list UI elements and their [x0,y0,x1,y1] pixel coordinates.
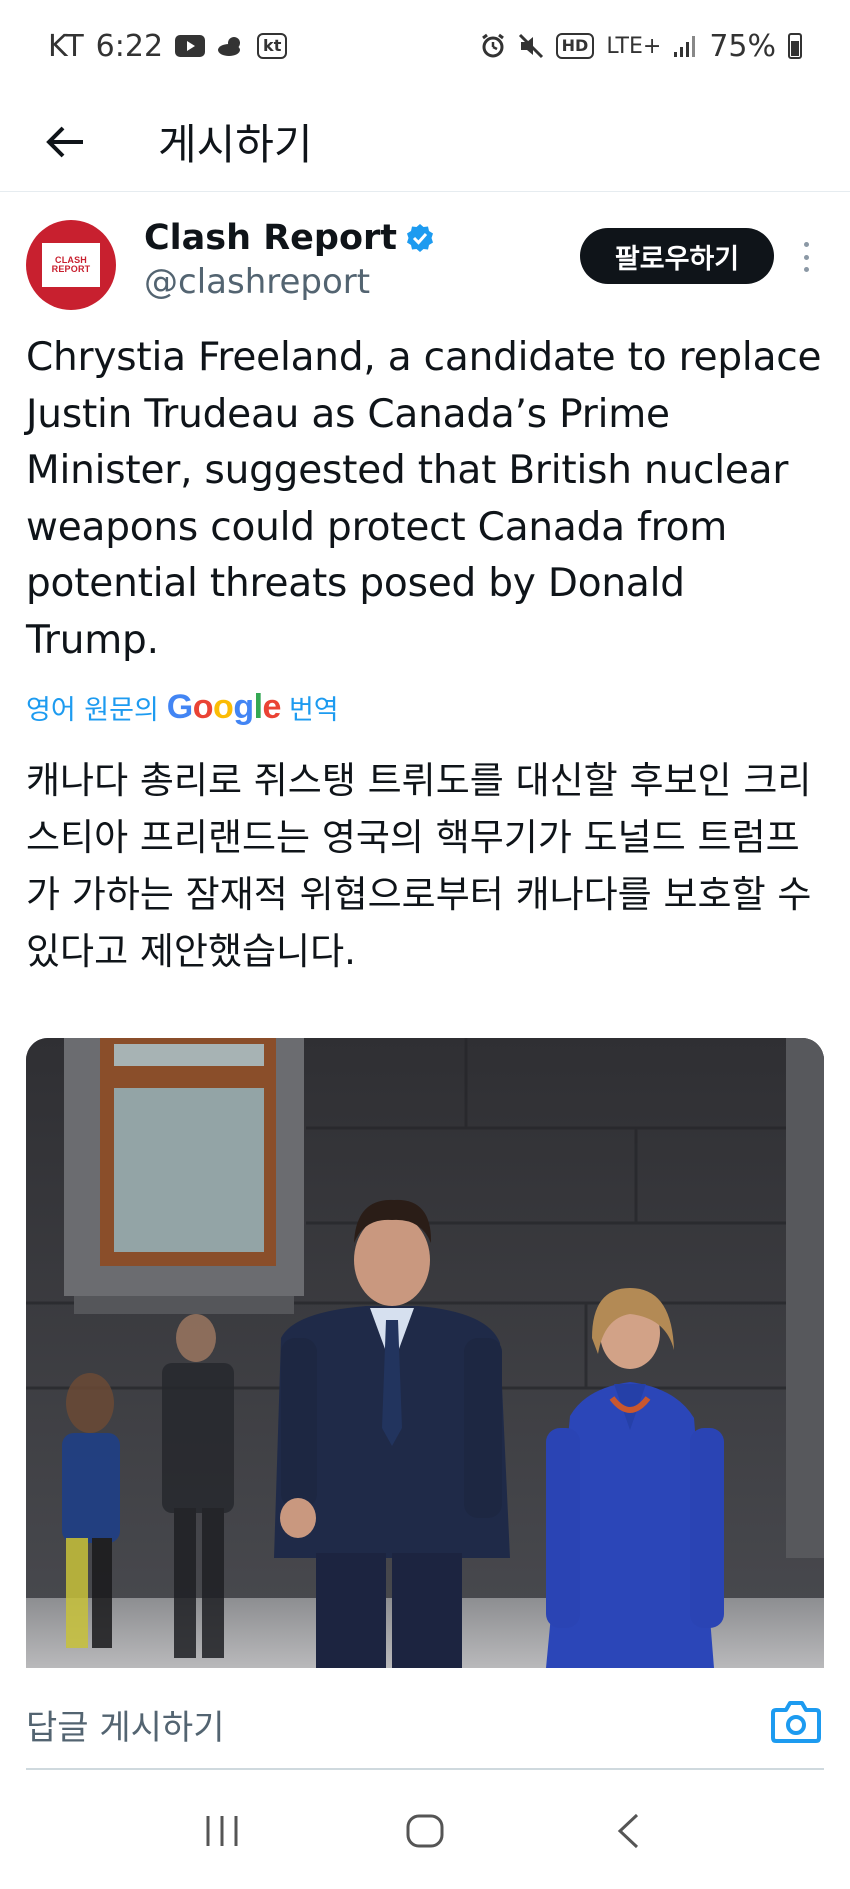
post-image[interactable] [26,1038,824,1668]
chevron-left-icon [618,1813,639,1848]
battery-percent: 75% [709,28,776,64]
battery-icon [788,33,802,59]
alarm-icon [480,33,506,59]
more-options-icon[interactable] [796,234,816,280]
avatar-logo-text-bottom: REPORT [51,264,91,274]
post-author: CLASH REPORT Clash Report @clashreport 팔… [26,212,826,312]
author-handle[interactable]: @clashreport [144,262,370,302]
clock: 6:22 [95,28,164,64]
home-button[interactable] [385,1801,465,1861]
signal-icon [673,34,697,58]
post-text: Chrystia Freeland, a candidate to replac… [26,335,822,663]
back-button[interactable] [30,107,100,177]
reply-divider [26,1768,824,1770]
avatar[interactable]: CLASH REPORT [26,220,116,310]
hd-voice-icon: HD [555,33,595,59]
system-nav-bar [0,1772,850,1889]
weather-icon [217,34,245,58]
reply-input[interactable]: 답글 게시하기 [26,1700,225,1749]
status-right: HD LTE+ 75% [480,29,802,64]
translate-prefix: 영어 원문의 [26,695,159,726]
follow-button[interactable]: 팔로우하기 [580,228,774,284]
arrow-left-icon [46,126,83,157]
youtube-icon [175,35,206,57]
status-bar: KT 6:22 kt HD LTE+ 75% [0,0,850,92]
translated-text: 캐나다 총리로 쥐스탱 트뤼도를 대신할 후보인 크리스티아 프리랜드는 영국의… [26,759,812,973]
page-title: 게시하기 [158,120,313,169]
network-type: LTE+ [606,33,662,59]
verified-badge-icon [407,224,434,252]
author-display-name[interactable]: Clash Report [144,218,435,258]
post-photo-illustration [26,1038,824,1668]
kt-icon: kt [257,33,288,59]
recent-apps-icon [206,1815,238,1846]
status-left: KT 6:22 kt [48,28,288,64]
camera-icon[interactable] [770,1698,822,1744]
home-icon [406,1814,444,1847]
header: 게시하기 [0,92,850,192]
carrier-label: KT [48,28,84,64]
translate-suffix: 번역 [288,695,339,726]
reply-bar: 답글 게시하기 [0,1668,850,1772]
mute-icon [518,33,544,59]
avatar-logo: CLASH REPORT [42,243,100,287]
author-name-text: Clash Report [144,218,398,258]
google-logo-icon: Google [166,688,282,726]
recent-apps-button[interactable] [182,1801,262,1861]
system-back-button[interactable] [588,1801,668,1861]
translate-row[interactable]: 영어 원문의 Google 번역 [26,688,339,727]
